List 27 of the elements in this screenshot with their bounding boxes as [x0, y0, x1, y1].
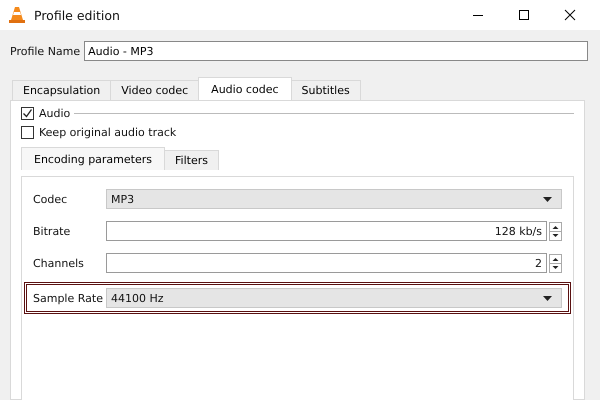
tab[interactable]: Encapsulation	[12, 80, 112, 100]
spin-arrows-icon[interactable]	[549, 254, 562, 272]
spin-arrows-icon[interactable]	[549, 222, 562, 240]
tab[interactable]: Filters	[164, 150, 219, 170]
dropdown[interactable]: 44100 Hz	[106, 288, 562, 308]
checkbox[interactable]	[21, 126, 34, 139]
field-label: Channels	[33, 256, 85, 270]
window-title: Profile edition	[34, 8, 120, 22]
field-label: Codec	[33, 192, 68, 206]
spin-field[interactable]: 2	[106, 253, 547, 273]
dropdown[interactable]: MP3	[106, 189, 562, 209]
close-icon[interactable]	[564, 9, 576, 21]
caret-icon	[543, 196, 552, 202]
tab[interactable]: Encoding parameters	[21, 147, 165, 170]
field-label: Sample Rate	[33, 292, 104, 304]
spin-field[interactable]: 128 kb/s	[106, 221, 547, 241]
checkbox[interactable]	[21, 107, 34, 120]
traffic-cone-icon	[9, 6, 25, 24]
tab[interactable]: Audio codec	[198, 77, 292, 100]
tab[interactable]: Subtitles	[290, 80, 361, 100]
field-label: Bitrate	[33, 224, 72, 238]
profile-name-field[interactable]: Audio - MP3	[84, 41, 588, 61]
field-label: Profile Name	[10, 44, 80, 58]
caret-icon	[543, 296, 552, 300]
checkbox-label[interactable]: Keep original audio track	[39, 126, 176, 139]
maximize-icon[interactable]	[518, 9, 530, 21]
checkbox-label[interactable]: Audio	[39, 107, 70, 120]
